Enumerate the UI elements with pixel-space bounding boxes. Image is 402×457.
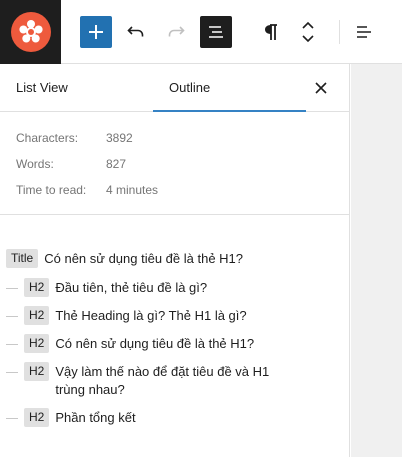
- outline-item-text: Thẻ Heading là gì? Thẻ H1 là gì?: [55, 308, 247, 323]
- panel-tabs: List View Outline: [0, 64, 349, 112]
- stat-words: Words: 827: [16, 151, 333, 177]
- outline-item-text: Đầu tiên, thẻ tiêu đề là gì?: [55, 280, 208, 295]
- outline-item-h2[interactable]: H2 Đầu tiên, thẻ tiêu đề là gì?: [0, 278, 349, 297]
- heading-level-badge: H2: [24, 408, 50, 427]
- heading-level-badge: H2: [24, 278, 50, 297]
- outline-item-h2[interactable]: H2 Thẻ Heading là gì? Thẻ H1 là gì?: [0, 306, 349, 325]
- tab-list-view[interactable]: List View: [16, 64, 68, 111]
- document-stats: Characters: 3892 Words: 827 Time to read…: [0, 112, 349, 215]
- editor-canvas[interactable]: [351, 64, 402, 457]
- stat-label: Words:: [16, 157, 54, 171]
- redo-icon: [168, 26, 185, 37]
- outline-item-text: Có nên sử dụng tiêu đề là thẻ H1?: [44, 251, 244, 266]
- heading-level-badge: Title: [6, 249, 39, 268]
- plus-icon: [89, 25, 103, 39]
- move-block-button[interactable]: [292, 16, 324, 48]
- close-panel-button[interactable]: [311, 78, 331, 98]
- align-button[interactable]: [348, 16, 380, 48]
- outline-item-text: Có nên sử dụng tiêu đề là thẻ H1?: [55, 336, 255, 351]
- editor-toolbar: [0, 0, 402, 64]
- list-view-icon: [209, 26, 223, 38]
- outline-item-h2[interactable]: H2 Vậy làm thế nào để đặt tiêu đề và H1 …: [0, 362, 349, 399]
- stat-value: 4 minutes: [106, 183, 159, 197]
- tab-outline[interactable]: Outline: [153, 64, 306, 112]
- heading-level-badge: H2: [24, 362, 50, 381]
- pilcrow-icon: [265, 24, 277, 40]
- close-icon: [315, 82, 327, 94]
- outline-item-text: Vậy làm thế nào để đặt tiêu đề và H1 trù…: [55, 364, 270, 397]
- undo-icon: [127, 26, 144, 37]
- heading-level-badge: H2: [24, 334, 50, 353]
- document-overview-panel: List View Outline Characters: 3892 Words…: [0, 64, 350, 457]
- outline-item-title[interactable]: Title Có nên sử dụng tiêu đề là thẻ H1?: [0, 249, 349, 268]
- stat-value: 827: [106, 157, 127, 171]
- align-icon: [357, 26, 371, 38]
- stat-time-to-read: Time to read: 4 minutes: [16, 177, 333, 203]
- outline-item-text: Phần tổng kết: [55, 410, 136, 425]
- toolbar-divider: [339, 20, 340, 44]
- stat-label: Time to read:: [16, 183, 87, 197]
- add-block-button[interactable]: [80, 16, 112, 48]
- paragraph-button[interactable]: [255, 16, 287, 48]
- undo-button[interactable]: [120, 16, 152, 48]
- site-logo[interactable]: [0, 0, 61, 64]
- document-outline: Title Có nên sử dụng tiêu đề là thẻ H1? …: [0, 215, 349, 427]
- heading-level-badge: H2: [24, 306, 50, 325]
- outline-item-h2[interactable]: H2 Phần tổng kết: [0, 408, 349, 427]
- stat-label: Characters:: [16, 131, 79, 145]
- chevron-up-down-icon: [302, 21, 314, 43]
- document-overview-button[interactable]: [200, 16, 232, 48]
- stat-characters: Characters: 3892: [16, 125, 333, 151]
- redo-button[interactable]: [160, 16, 192, 48]
- outline-item-h2[interactable]: H2 Có nên sử dụng tiêu đề là thẻ H1?: [0, 334, 349, 353]
- flower-logo-icon: [10, 12, 51, 52]
- stat-value: 3892: [106, 131, 133, 145]
